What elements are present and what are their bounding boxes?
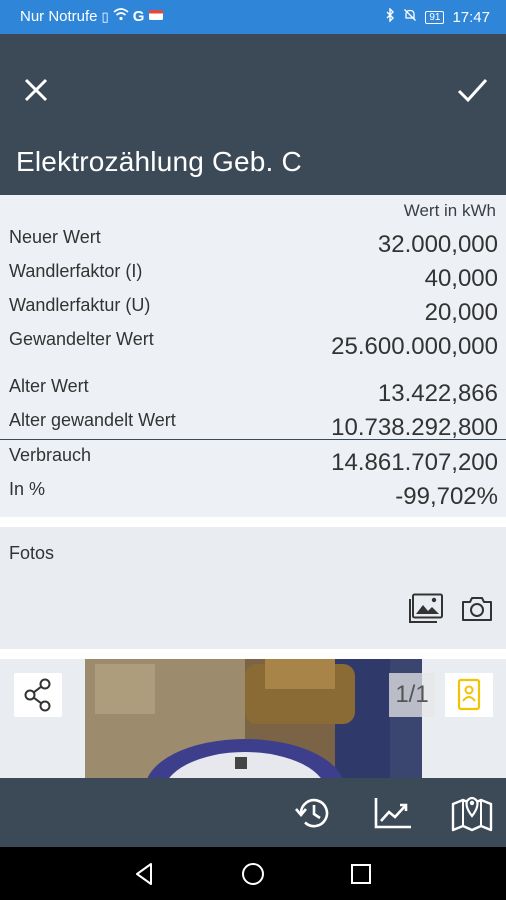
- unit-label: Wert in kWh: [403, 201, 496, 220]
- recents-square-icon: [351, 864, 371, 884]
- close-button[interactable]: [18, 72, 54, 108]
- wifi-icon: [113, 8, 129, 25]
- gallery-button[interactable]: [408, 593, 444, 625]
- mute-bell-icon: [403, 8, 417, 26]
- page-title: Elektrozählung Geb. C: [16, 146, 302, 177]
- reading-value: 13.422,866: [377, 380, 498, 407]
- photo-counter: 1/1: [389, 673, 435, 717]
- share-icon: [24, 678, 51, 712]
- reading-label: Neuer Wert: [9, 227, 101, 247]
- nav-recents-button[interactable]: [348, 861, 374, 887]
- home-circle-icon: [242, 863, 264, 885]
- reading-label: Alter gewandelt Wert: [9, 410, 176, 430]
- sim-icon: ▯: [101, 8, 109, 24]
- photos-section: Fotos: [0, 527, 506, 649]
- history-button[interactable]: [293, 792, 335, 834]
- photos-label: Fotos: [9, 543, 55, 563]
- reading-label: Alter Wert: [9, 376, 89, 396]
- chart-button[interactable]: [372, 792, 414, 834]
- camera-button[interactable]: [460, 593, 494, 625]
- system-nav-bar: [0, 847, 506, 900]
- carrier-label: Nur Notrufe: [20, 8, 98, 25]
- battery-indicator: 91: [425, 10, 445, 24]
- check-icon: [457, 78, 488, 103]
- clock: 17:47: [452, 8, 490, 26]
- back-triangle-icon: [136, 863, 152, 885]
- reading-label: Verbrauch: [9, 445, 92, 465]
- reading-value: 32.000,000: [377, 231, 498, 258]
- reading-value: -99,702%: [395, 483, 498, 510]
- app-notification-icon: [148, 8, 164, 25]
- trend-chart-icon: [374, 798, 411, 829]
- bluetooth-icon: [385, 7, 395, 26]
- reading-label: Gewandelter Wert: [9, 329, 154, 349]
- reading-label: In %: [9, 479, 46, 499]
- close-icon: [24, 78, 48, 102]
- camera-icon: [462, 597, 492, 621]
- map-button[interactable]: [451, 792, 493, 834]
- contact-card-icon: [457, 678, 481, 711]
- confirm-button[interactable]: [454, 72, 490, 108]
- nav-back-button[interactable]: [132, 861, 158, 887]
- contact-button[interactable]: [445, 673, 493, 717]
- share-button[interactable]: [14, 673, 62, 717]
- meter-photo-image: [85, 659, 422, 778]
- status-bar: Nur Notrufe ▯ G 91 17:47: [0, 0, 506, 34]
- reading-value: 10.738.292,800: [331, 414, 498, 441]
- divider: [0, 439, 506, 440]
- reading-label: Wandlerfaktur (U): [9, 295, 151, 315]
- reading-value: 14.861.707,200: [331, 449, 498, 476]
- app-bar: Elektrozählung Geb. C: [0, 34, 506, 195]
- reading-value: 40,000: [424, 265, 498, 292]
- readings-card: Wert in kWh Neuer Wert 32.000,000 Wandle…: [0, 195, 506, 517]
- network-letter: G: [132, 8, 145, 25]
- reading-value: 20,000: [424, 299, 498, 326]
- section-separator: [0, 649, 506, 659]
- photo-viewer: 1/1: [0, 659, 506, 778]
- reading-label: Wandlerfaktor (I): [9, 261, 143, 281]
- history-icon: [295, 798, 329, 828]
- nav-home-button[interactable]: [240, 861, 266, 887]
- section-separator: [0, 517, 506, 527]
- bottom-action-bar: [0, 778, 506, 847]
- reading-value: 25.600.000,000: [331, 333, 498, 360]
- map-pin-icon: [451, 796, 493, 832]
- image-gallery-icon: [409, 593, 443, 623]
- meter-photo[interactable]: [85, 659, 422, 778]
